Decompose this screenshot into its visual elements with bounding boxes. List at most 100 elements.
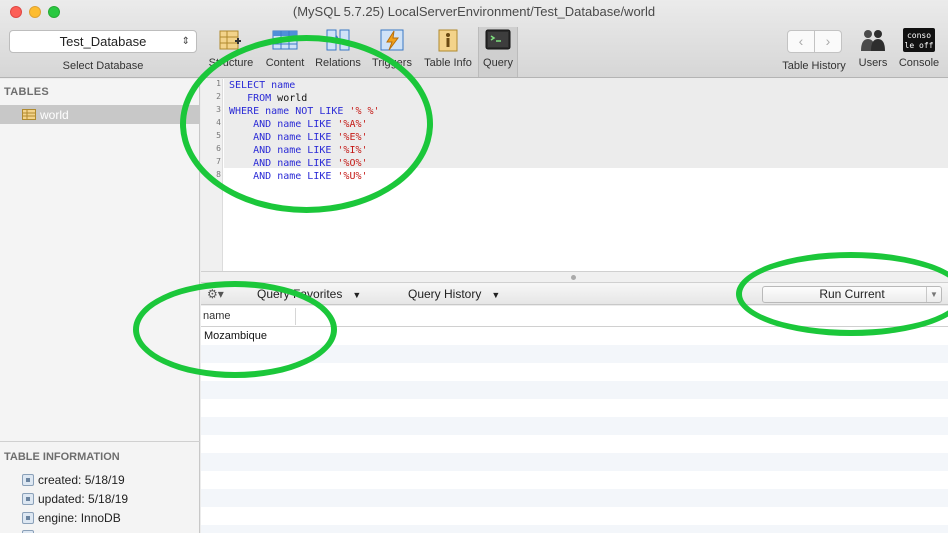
code-token: '%I%' — [337, 145, 368, 156]
code-token: '% %' — [349, 106, 380, 117]
results-header: name — [201, 306, 948, 327]
code-token: name — [265, 106, 296, 117]
code-token: NOT LIKE — [295, 106, 350, 117]
content-icon — [272, 30, 298, 50]
code-line: FROM world — [229, 92, 307, 105]
console-icon-line-1: conso — [907, 31, 931, 40]
code-line: AND name LIKE '%U%' — [229, 170, 367, 183]
tool-triggers[interactable]: Triggers — [368, 27, 416, 77]
window-toolbar: (MySQL 5.7.25) LocalServerEnvironment/Te… — [0, 0, 948, 78]
tool-relations[interactable]: Relations — [312, 27, 364, 77]
sidebar-item-world[interactable]: world — [0, 105, 200, 124]
code-line: AND name LIKE '%E%' — [229, 131, 368, 144]
query-action-bar: ⚙▾ Query Favorites ▼ Query History ▼ Run C… — [201, 283, 948, 305]
splitter-handle-icon — [571, 275, 576, 280]
tool-console-label: Console — [898, 57, 940, 69]
relations-icon — [326, 29, 350, 51]
line-number: 2 — [216, 92, 221, 101]
tool-table-history[interactable]: Table History — [778, 60, 850, 74]
tool-table-info-label: Table Info — [424, 57, 472, 69]
tool-content-label: Content — [265, 57, 305, 69]
chevron-down-icon: ▼ — [352, 290, 362, 300]
code-token: name — [277, 119, 308, 130]
info-updated-text: updated: 5/18/19 — [38, 492, 129, 506]
table-icon — [22, 109, 36, 120]
tool-content[interactable]: Content — [262, 27, 308, 77]
console-icon: conso le off — [903, 28, 935, 52]
empty-row — [201, 435, 948, 453]
code-token: '%E%' — [337, 132, 368, 143]
code-token: world — [277, 93, 308, 104]
editor-results-splitter[interactable] — [201, 271, 948, 283]
info-engine: engine: InnoDB — [22, 511, 121, 525]
table-row[interactable]: Mozambique — [201, 327, 948, 345]
code-line: AND name LIKE '%O%' — [229, 157, 367, 170]
forward-chevron-icon[interactable]: › — [815, 31, 841, 52]
tool-query-label: Query — [483, 57, 513, 69]
code-token: SELECT — [229, 80, 272, 91]
run-current-label: Run Current — [819, 287, 885, 301]
chevron-down-icon: ▼ — [491, 290, 501, 300]
empty-row — [201, 471, 948, 489]
info-bullet-icon — [22, 474, 34, 486]
query-history-label: Query History — [408, 287, 482, 301]
info-bullet-icon — [22, 493, 34, 505]
tool-table-info[interactable]: Table Info — [420, 27, 476, 77]
code-token: LIKE — [307, 145, 338, 156]
code-line: AND name LIKE '%I%' — [229, 144, 368, 157]
back-chevron-icon[interactable]: ‹ — [788, 31, 815, 52]
info-engine-text: engine: InnoDB — [38, 511, 121, 525]
code-token: LIKE — [307, 132, 338, 143]
column-header-name[interactable]: name — [203, 310, 231, 322]
run-options-chevron-icon[interactable]: ▼ — [926, 287, 941, 302]
column-separator[interactable] — [295, 308, 296, 325]
tool-console[interactable]: conso le off Console — [895, 27, 943, 77]
tool-structure[interactable]: Structure — [205, 27, 257, 77]
chevron-updown-icon: ⇕ — [181, 36, 190, 47]
query-icon — [485, 29, 511, 50]
line-number: 5 — [216, 131, 221, 140]
code-token: AND — [253, 158, 278, 169]
info-updated: updated: 5/18/19 — [22, 492, 128, 506]
code-token: LIKE — [307, 119, 338, 130]
line-number: 4 — [216, 118, 221, 127]
run-current-button[interactable]: Run Current ▼ — [762, 286, 942, 303]
database-select-value: Test_Database — [59, 34, 147, 49]
database-select[interactable]: Test_Database ⇕ — [9, 30, 197, 53]
code-token: LIKE — [307, 158, 338, 169]
tables-heading: TABLES — [4, 86, 49, 98]
code-token: AND — [253, 171, 278, 182]
code-token: WHERE — [229, 106, 266, 117]
sidebar: TABLES world TABLE INFORMATION created: … — [0, 79, 200, 533]
tool-users[interactable]: Users — [854, 27, 892, 77]
window-title: (MySQL 5.7.25) LocalServerEnvironment/Te… — [292, 4, 656, 19]
info-created-text: created: 5/18/19 — [38, 473, 125, 487]
structure-icon — [219, 30, 241, 50]
line-number-gutter: 1 2 3 4 5 6 7 8 — [201, 79, 223, 271]
code-token: LIKE — [307, 171, 338, 182]
gear-menu-icon[interactable]: ⚙▾ — [207, 287, 224, 301]
code-token: AND — [253, 145, 278, 156]
code-token: name — [277, 145, 308, 156]
empty-row — [201, 399, 948, 417]
empty-row — [201, 363, 948, 381]
sidebar-divider — [0, 441, 200, 442]
empty-row — [201, 525, 948, 533]
query-favorites-dropdown[interactable]: Query Favorites ▼ — [257, 287, 361, 301]
query-editor[interactable]: 1 2 3 4 5 6 7 8 SELECT name FROM world WH… — [201, 79, 948, 271]
info-created: created: 5/18/19 — [22, 473, 125, 487]
tool-query[interactable]: Query — [478, 27, 518, 77]
empty-row — [201, 345, 948, 363]
code-line: AND name LIKE '%A%' — [229, 118, 367, 131]
users-icon — [861, 30, 885, 51]
code-token: name — [277, 158, 308, 169]
line-number: 6 — [216, 144, 221, 153]
table-cell: Mozambique — [204, 330, 267, 342]
query-history-dropdown[interactable]: Query History ▼ — [408, 287, 500, 301]
sidebar-item-label: world — [40, 107, 69, 122]
